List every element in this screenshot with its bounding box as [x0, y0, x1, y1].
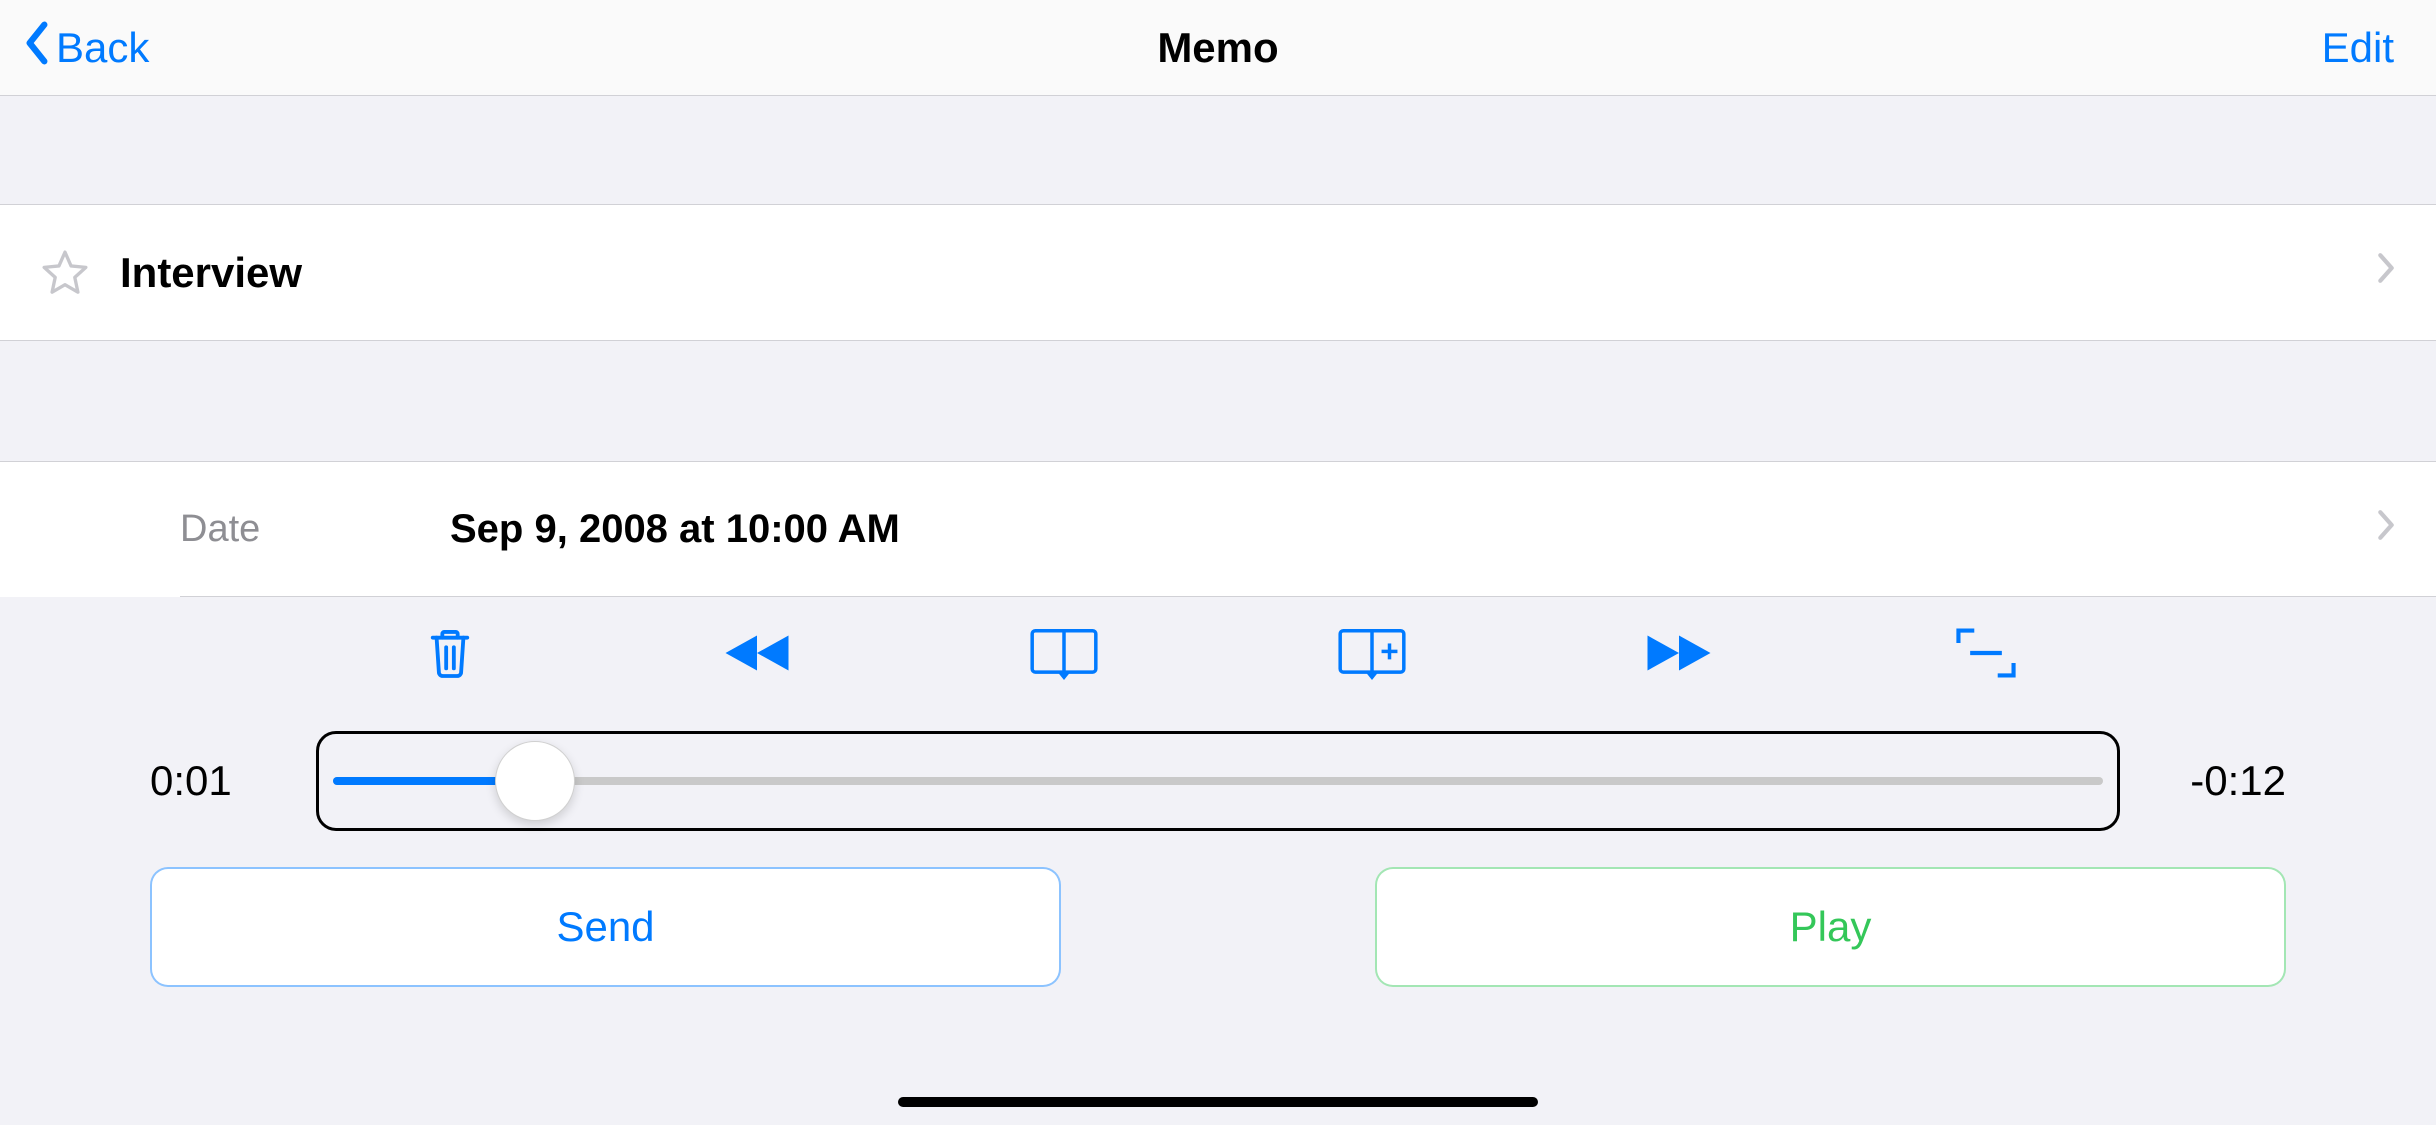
- scrubber[interactable]: [316, 731, 2120, 831]
- bookmarks-button[interactable]: [1024, 627, 1104, 687]
- home-indicator[interactable]: [898, 1097, 1538, 1107]
- memo-title: Interview: [120, 249, 302, 297]
- player-toolbar: [402, 627, 2034, 687]
- bookmarks-icon: [1029, 625, 1099, 690]
- trim-button[interactable]: [1946, 627, 2026, 687]
- memo-title-row[interactable]: Interview: [0, 204, 2436, 341]
- add-bookmark-button[interactable]: [1332, 627, 1412, 687]
- player-controls: 0:01 -0:12 Send Play: [0, 597, 2436, 987]
- back-button[interactable]: Back: [24, 21, 149, 75]
- scrubber-thumb[interactable]: [495, 741, 575, 821]
- date-label: Date: [180, 508, 450, 551]
- play-button[interactable]: Play: [1375, 867, 2286, 987]
- edit-button[interactable]: Edit: [2322, 24, 2394, 72]
- chevron-right-icon: [2376, 251, 2396, 294]
- page-title: Memo: [1157, 24, 1278, 72]
- elapsed-time: 0:01: [150, 757, 270, 805]
- trash-button[interactable]: [410, 627, 490, 687]
- scrubber-track: [333, 777, 2103, 785]
- date-row[interactable]: Date Sep 9, 2008 at 10:00 AM: [0, 461, 2436, 597]
- trim-icon: [1955, 627, 2017, 688]
- rewind-icon: [722, 631, 792, 684]
- chevron-left-icon: [24, 21, 50, 75]
- date-value: Sep 9, 2008 at 10:00 AM: [450, 507, 900, 552]
- star-icon[interactable]: [40, 248, 90, 298]
- trash-icon: [427, 625, 473, 690]
- fast-forward-button[interactable]: [1639, 627, 1719, 687]
- send-button[interactable]: Send: [150, 867, 1061, 987]
- remaining-time: -0:12: [2166, 757, 2286, 805]
- rewind-button[interactable]: [717, 627, 797, 687]
- chevron-right-icon: [2376, 508, 2396, 551]
- navigation-bar: Back Memo Edit: [0, 0, 2436, 96]
- back-label: Back: [56, 24, 149, 72]
- add-bookmark-icon: [1337, 625, 1407, 690]
- fast-forward-icon: [1644, 631, 1714, 684]
